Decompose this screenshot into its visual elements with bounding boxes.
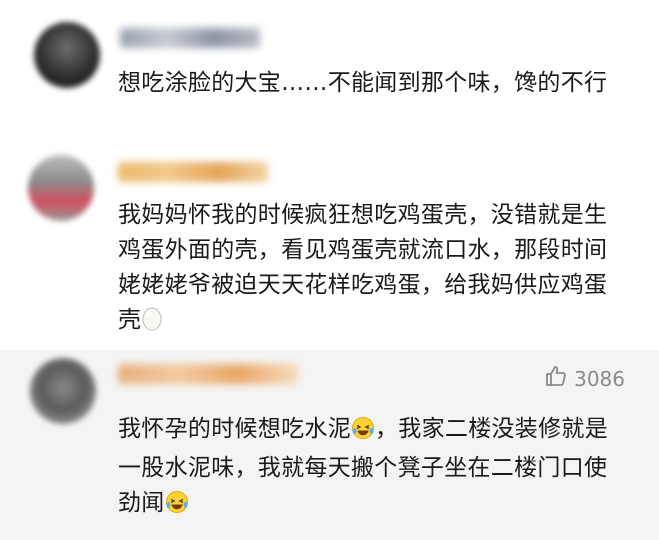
comment-text-container: 我怀孕的时候想吃水泥 ，我家二楼没装修就是一股水泥味，我就每天搬个凳子坐在二楼门口… (118, 412, 618, 525)
comment-item: 我妈妈怀我的时候疯狂想吃鸡蛋壳，没错就是生鸡蛋外面的壳，看见鸡蛋壳就流口水，那段… (0, 150, 659, 350)
avatar[interactable] (34, 22, 100, 88)
username-blurred[interactable] (120, 28, 260, 48)
username-blurred[interactable] (118, 162, 268, 182)
egg-icon (141, 305, 163, 342)
comment-text: 我妈妈怀我的时候疯狂想吃鸡蛋壳，没错就是生鸡蛋外面的壳，看见鸡蛋壳就流口水，那段… (118, 202, 608, 333)
comment-item: 想吃涂脸的大宝……不能闻到那个味，馋的不行 (0, 0, 659, 150)
comment-text-part1: 我怀孕的时候想吃水泥 (118, 416, 351, 442)
comment-text: 想吃涂脸的大宝……不能闻到那个味，馋的不行 (118, 70, 608, 96)
laughing-crying-icon (351, 416, 375, 451)
comment-list: 想吃涂脸的大宝……不能闻到那个味，馋的不行 我妈妈怀我的时候疯狂想吃鸡蛋壳，没错… (0, 0, 659, 540)
avatar[interactable] (30, 358, 96, 424)
avatar[interactable] (28, 155, 94, 221)
like-count: 3086 (574, 366, 625, 391)
thumbs-up-icon (544, 364, 568, 393)
laughing-crying-icon (165, 490, 189, 525)
username-blurred[interactable] (118, 364, 298, 384)
comment-item-highlighted: 3086 我怀孕的时候想吃水泥 ，我家二楼没装修就是一股水泥味，我就每天搬个凳子坐… (0, 350, 659, 540)
comment-text-container: 我妈妈怀我的时候疯狂想吃鸡蛋壳，没错就是生鸡蛋外面的壳，看见鸡蛋壳就流口水，那段… (118, 198, 618, 342)
like-button[interactable]: 3086 (544, 364, 625, 393)
